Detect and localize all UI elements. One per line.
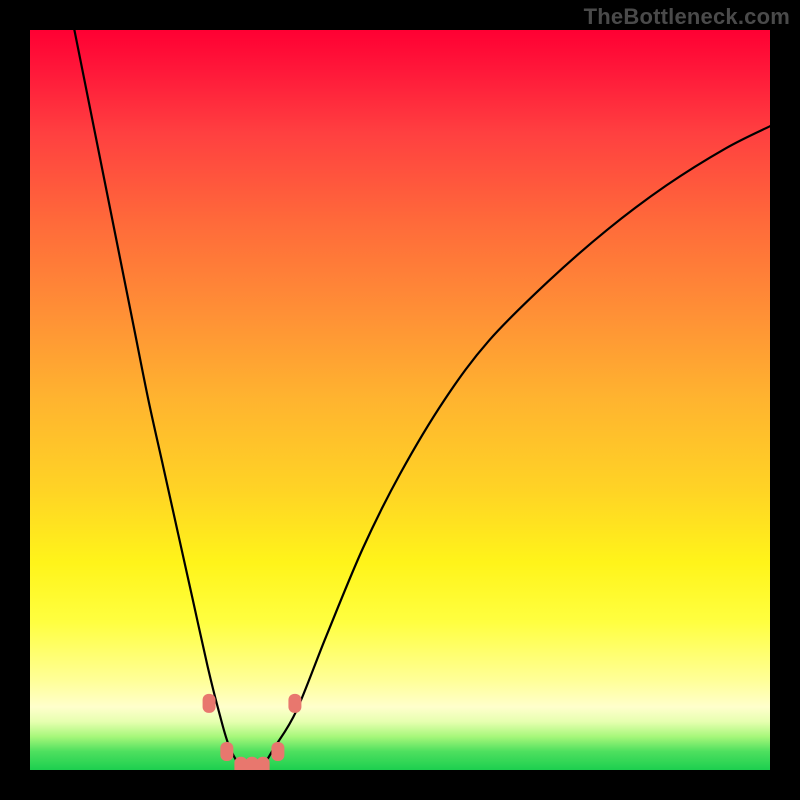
curve-marker (246, 757, 259, 770)
curve-marker (257, 757, 270, 770)
bottleneck-curve (74, 30, 770, 770)
chart-frame: TheBottleneck.com (0, 0, 800, 800)
curve-layer (30, 30, 770, 770)
plot-area (30, 30, 770, 770)
curve-marker (234, 757, 247, 770)
curve-marker (271, 742, 284, 761)
curve-marker (288, 694, 301, 713)
curve-marker (203, 694, 216, 713)
watermark-text: TheBottleneck.com (584, 4, 790, 30)
curve-marker (220, 742, 233, 761)
